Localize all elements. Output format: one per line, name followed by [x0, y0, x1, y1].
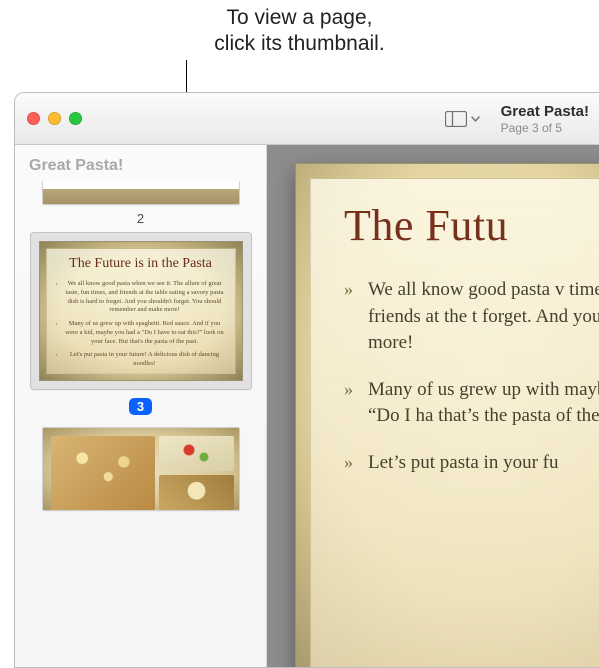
zoom-window-button[interactable]: [69, 112, 82, 125]
sidebar-doc-title: Great Pasta!: [29, 157, 254, 175]
callout-line1: To view a page,: [0, 5, 599, 31]
window-titlebar: Great Pasta! Page 3 of 5: [15, 93, 599, 145]
slide-bullet: Let’s put pasta in your fu: [344, 450, 599, 477]
page-number-3-current: 3: [129, 398, 152, 415]
slide-bullet: We all know good pasta v times, and frie…: [344, 277, 599, 357]
thumbnail-page-1-partial[interactable]: [25, 181, 256, 205]
help-callout: To view a page, click its thumbnail.: [0, 5, 599, 58]
sidebar-view-menu-button[interactable]: [440, 108, 485, 130]
close-window-button[interactable]: [27, 112, 40, 125]
thumbnail-page-4[interactable]: [25, 427, 256, 511]
thumbnail-sidebar[interactable]: Great Pasta! 2 The Future is in the Past…: [15, 145, 267, 667]
callout-line2: click its thumbnail.: [0, 31, 599, 57]
slide-bullet: Many of us grew up with maybe you had a …: [344, 377, 599, 430]
thumb3-title: The Future is in the Pasta: [56, 256, 226, 272]
app-body: Great Pasta! 2 The Future is in the Past…: [15, 145, 599, 667]
sidebar-icon: [445, 111, 467, 127]
thumb3-bullet: Let's put pasta in your future! A delici…: [56, 351, 226, 369]
page-number-2: 2: [25, 211, 256, 226]
document-title: Great Pasta!: [501, 103, 589, 120]
main-content-area[interactable]: The Futu We all know good pasta v times,…: [267, 145, 599, 667]
chevron-down-icon: [471, 116, 480, 122]
traffic-lights: [27, 112, 82, 125]
thumb3-bullet: We all know good pasta when we see it. T…: [56, 280, 226, 315]
current-page-view: The Futu We all know good pasta v times,…: [295, 163, 599, 667]
minimize-window-button[interactable]: [48, 112, 61, 125]
thumb4-image: [51, 436, 155, 510]
thumb3-bullet: Many of us grew up with spaghetti. Red s…: [56, 320, 226, 346]
title-block: Great Pasta! Page 3 of 5: [501, 103, 589, 135]
thumb4-image: [159, 475, 235, 510]
slide-title: The Futu: [344, 200, 599, 251]
thumbnail-page-3[interactable]: The Future is in the Pasta We all know g…: [25, 232, 256, 421]
thumb4-image: [159, 436, 235, 471]
preview-window: Great Pasta! Page 3 of 5 Great Pasta! 2 …: [14, 92, 599, 668]
page-indicator: Page 3 of 5: [501, 121, 589, 135]
thumbnail-page-3-preview: The Future is in the Pasta We all know g…: [39, 241, 243, 381]
